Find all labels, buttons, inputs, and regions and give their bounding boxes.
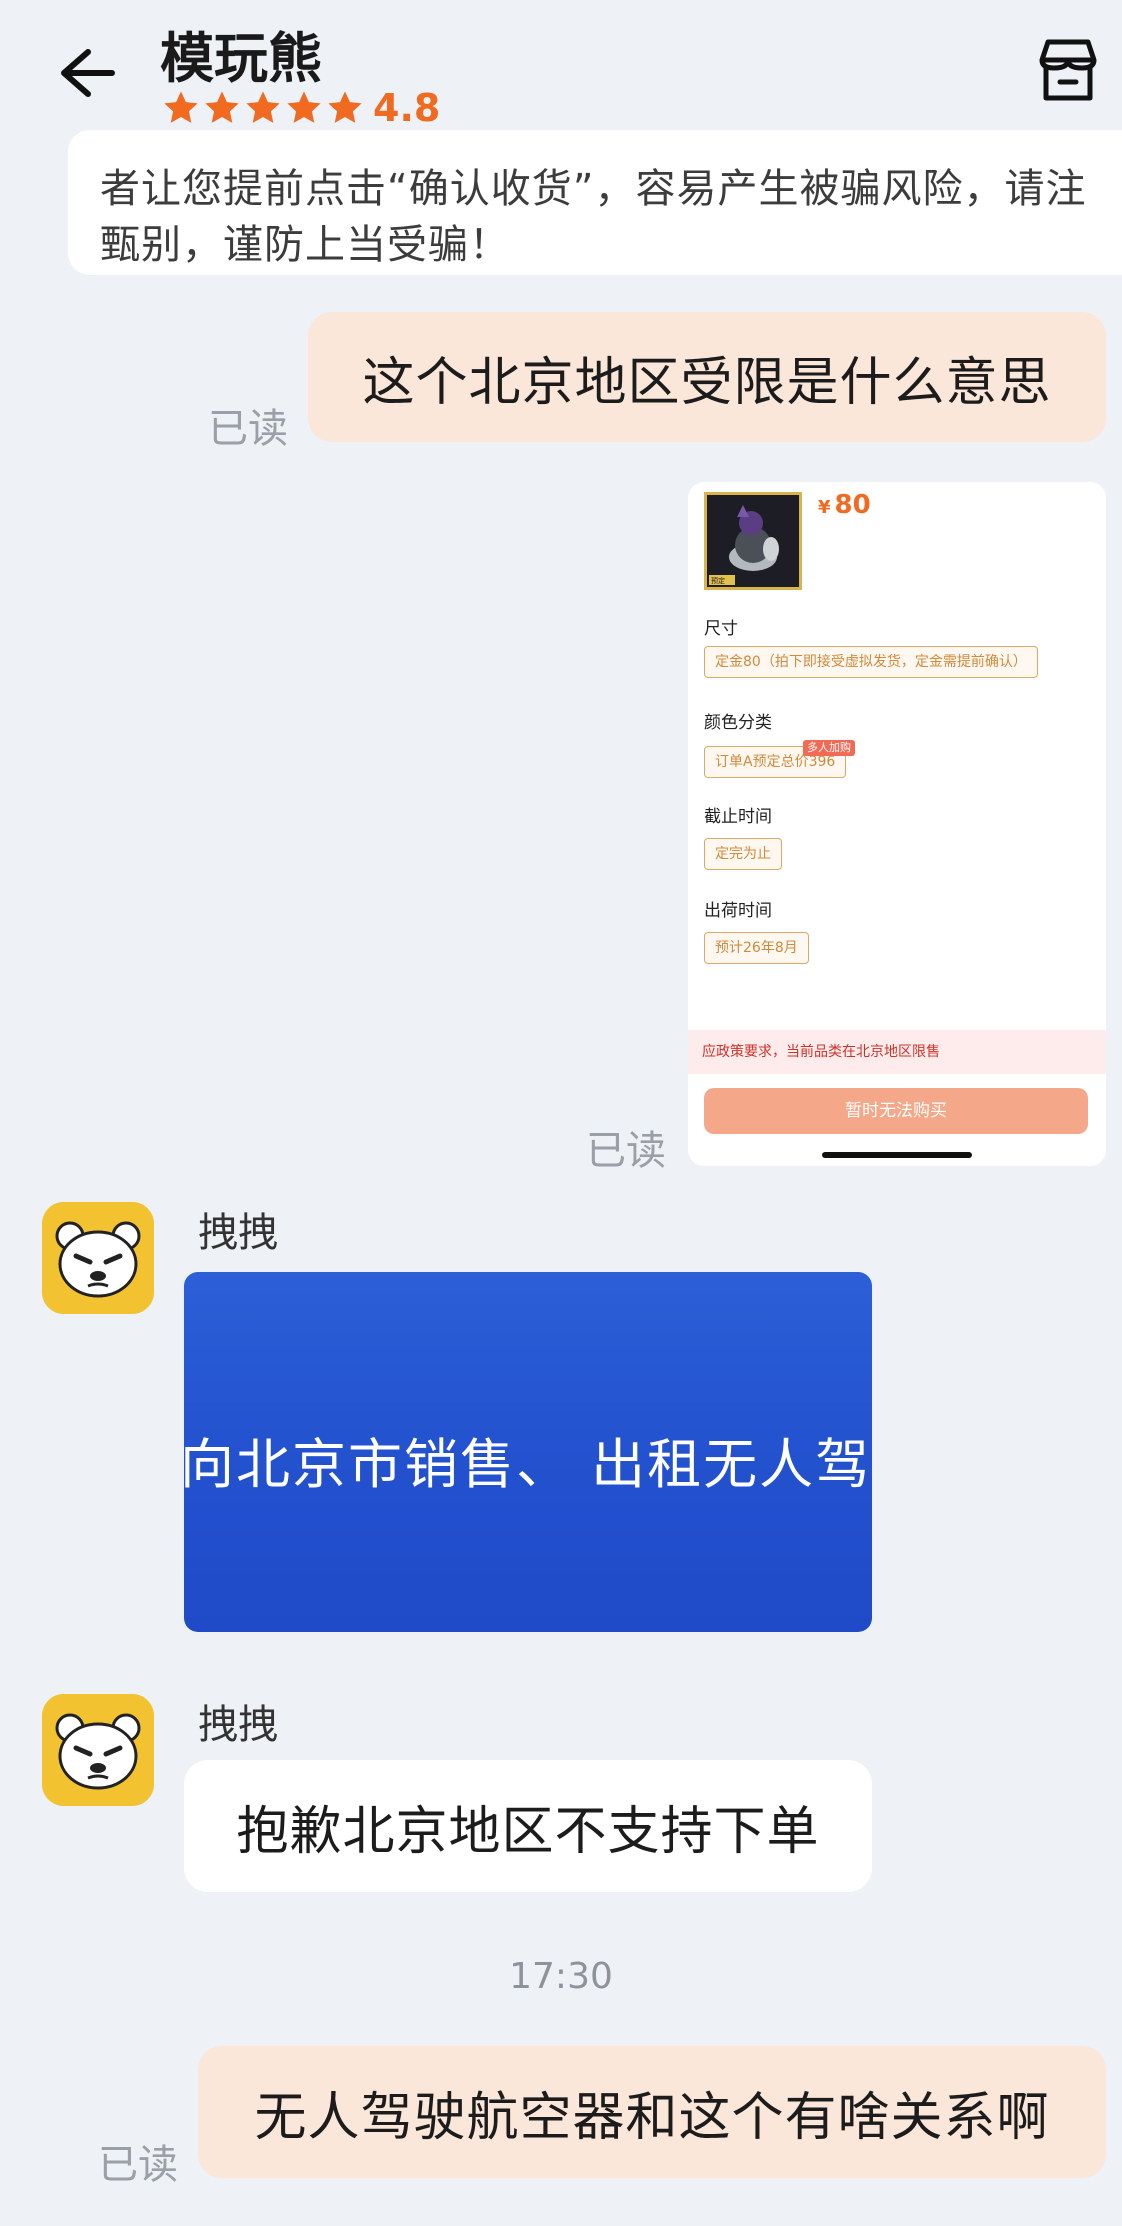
spec-option: 预计26年8月 xyxy=(704,932,809,964)
region-restriction-notice: 应政策要求，当前品类在北京地区限售 xyxy=(688,1030,1106,1074)
chat-header: 模玩熊 4.8 xyxy=(0,0,1122,150)
thumb-label: 预定 xyxy=(711,576,725,585)
notice-text: 者让您提前点击“确认收货”，容易产生被骗风险，请注 xyxy=(100,166,1087,212)
back-arrow-icon[interactable] xyxy=(48,38,118,108)
figure-image: 预定 xyxy=(707,495,799,587)
star-icon xyxy=(246,91,280,123)
outgoing-message-bubble[interactable]: 无人驾驶航空器和这个有啥关系啊 xyxy=(198,2046,1106,2178)
spec-badge: 多人加购 xyxy=(803,740,855,756)
rating-value: 4.8 xyxy=(373,86,441,130)
bear-avatar-icon xyxy=(42,1694,154,1806)
spec-option: 定完为止 xyxy=(704,838,782,870)
read-status: 已读 xyxy=(208,406,288,452)
spec-label: 截止时间 xyxy=(704,807,772,827)
read-status: 已读 xyxy=(98,2142,178,2188)
notice-text: 甄别，谨防上当受骗！ xyxy=(100,222,510,268)
star-icon xyxy=(164,91,198,123)
star-icon xyxy=(205,91,239,123)
star-icon xyxy=(328,91,362,123)
incoming-message-bubble[interactable]: 抱歉北京地区不支持下单 xyxy=(184,1760,872,1892)
buy-button-disabled: 暂时无法购买 xyxy=(704,1088,1088,1134)
avatar[interactable] xyxy=(42,1202,154,1314)
spec-option: 定金80（拍下即接受虚拟发货，定金需提前确认） xyxy=(704,646,1038,678)
price-value: 80 xyxy=(834,490,871,520)
image-caption-text: 向北京市销售、 出租无人驾驶 xyxy=(184,1433,872,1496)
image-message[interactable]: 向北京市销售、 出租无人驾驶 xyxy=(184,1272,872,1632)
outgoing-message-bubble[interactable]: 这个北京地区受限是什么意思 xyxy=(308,312,1106,442)
spec-label: 颜色分类 xyxy=(704,713,772,733)
product-screenshot-message[interactable]: 预定 ¥80 尺寸 定金80（拍下即接受虚拟发货，定金需提前确认） 颜色分类 订… xyxy=(688,482,1106,1166)
message-timestamp: 17:30 xyxy=(509,1956,613,1997)
bear-avatar-icon xyxy=(42,1202,154,1314)
shop-name[interactable]: 模玩熊 xyxy=(160,14,322,93)
store-icon[interactable] xyxy=(1030,32,1106,108)
avatar[interactable] xyxy=(42,1694,154,1806)
product-price: ¥80 xyxy=(818,490,871,520)
price-symbol: ¥ xyxy=(818,497,831,518)
spec-label: 尺寸 xyxy=(704,619,738,639)
product-thumbnail: 预定 xyxy=(704,492,802,590)
rating-row: 4.8 xyxy=(162,86,441,130)
sender-name: 拽拽 xyxy=(198,1702,278,1748)
read-status: 已读 xyxy=(586,1128,666,1174)
fraud-warning-notice: 者让您提前点击“确认收货”，容易产生被骗风险，请注 甄别，谨防上当受骗！ xyxy=(68,130,1122,275)
home-indicator xyxy=(822,1152,972,1158)
sender-name: 拽拽 xyxy=(198,1210,278,1256)
star-icon xyxy=(287,91,321,123)
spec-label: 出荷时间 xyxy=(704,901,772,921)
